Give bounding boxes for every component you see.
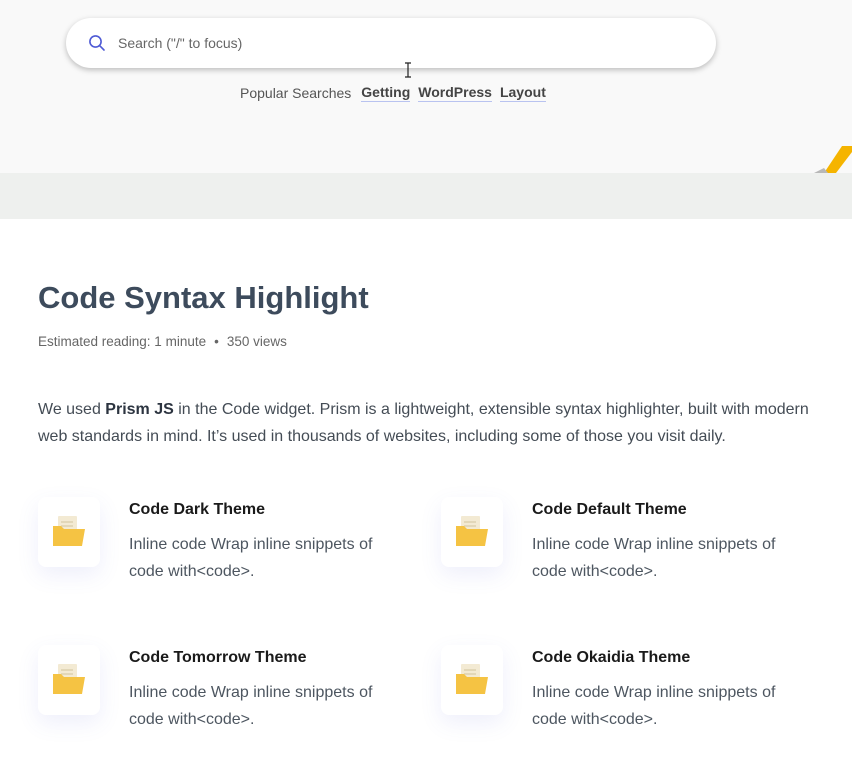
popular-search-getting[interactable]: Getting bbox=[361, 84, 411, 102]
article-intro: We used Prism JS in the Code widget. Pri… bbox=[38, 396, 838, 450]
text-cursor-icon bbox=[405, 62, 411, 78]
card-icon-box bbox=[441, 497, 503, 567]
card-icon-box bbox=[38, 645, 100, 715]
card-title[interactable]: Code Okaidia Theme bbox=[532, 649, 690, 667]
popular-search-wordpress[interactable]: WordPress bbox=[418, 84, 492, 102]
card-description: Inline code Wrap inline snippets of code… bbox=[532, 536, 776, 580]
card-code-default-theme[interactable]: Code Default Theme Inline code Wrap inli… bbox=[441, 497, 821, 607]
card-code-dark-theme[interactable]: Code Dark Theme Inline code Wrap inline … bbox=[38, 497, 418, 607]
search-bar[interactable] bbox=[66, 18, 716, 68]
decorative-shape-icon bbox=[814, 146, 852, 173]
page-title: Code Syntax Highlight bbox=[38, 280, 369, 315]
card-title[interactable]: Code Tomorrow Theme bbox=[129, 649, 307, 667]
card-code-okaidia-theme[interactable]: Code Okaidia Theme Inline code Wrap inli… bbox=[441, 645, 821, 755]
popular-searches-label: Popular Searches bbox=[240, 85, 352, 101]
folder-document-icon bbox=[53, 664, 85, 694]
popular-search-layout[interactable]: Layout bbox=[499, 84, 546, 102]
view-count: 350 views bbox=[226, 334, 287, 349]
card-icon-box bbox=[38, 497, 100, 567]
card-title[interactable]: Code Dark Theme bbox=[129, 501, 265, 519]
divider-band bbox=[0, 173, 852, 219]
reading-time: Estimated reading: 1 minute bbox=[38, 334, 207, 349]
search-input[interactable] bbox=[118, 18, 698, 68]
card-code-tomorrow-theme[interactable]: Code Tomorrow Theme Inline code Wrap inl… bbox=[38, 645, 418, 755]
hero-section: Popular Searches Getting WordPress Layou… bbox=[0, 0, 852, 173]
popular-searches: Popular Searches Getting WordPress Layou… bbox=[240, 83, 554, 103]
intro-highlight: Prism JS bbox=[105, 401, 174, 418]
card-icon-box bbox=[441, 645, 503, 715]
article-meta: Estimated reading: 1 minute • 350 views bbox=[38, 334, 287, 349]
card-title[interactable]: Code Default Theme bbox=[532, 501, 687, 519]
card-description: Inline code Wrap inline snippets of code… bbox=[129, 536, 373, 580]
card-description: Inline code Wrap inline snippets of code… bbox=[532, 684, 776, 728]
meta-separator: • bbox=[214, 334, 219, 349]
folder-document-icon bbox=[456, 516, 488, 546]
folder-document-icon bbox=[53, 516, 85, 546]
folder-document-icon bbox=[456, 664, 488, 694]
intro-text-start: We used bbox=[38, 401, 106, 418]
card-description: Inline code Wrap inline snippets of code… bbox=[129, 684, 373, 728]
search-icon[interactable] bbox=[88, 34, 106, 52]
